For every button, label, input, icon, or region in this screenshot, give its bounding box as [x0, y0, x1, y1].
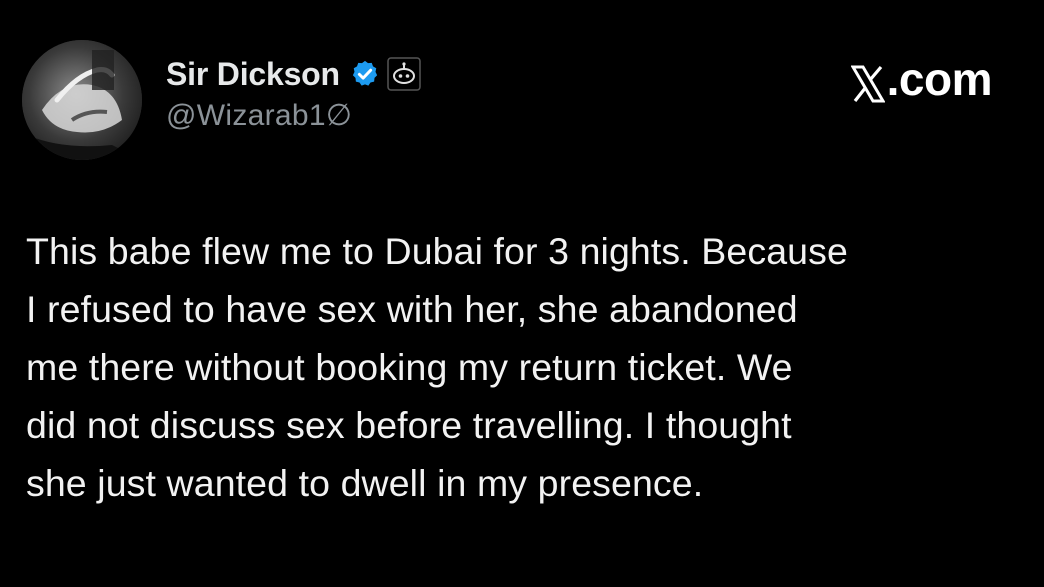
avatar-image — [22, 40, 142, 160]
verified-badge-icon — [350, 59, 380, 89]
author-avatar[interactable] — [22, 40, 142, 160]
name-row: Sir Dickson — [166, 54, 422, 94]
author-identity: Sir Dickson @Wizarab1∅ — [166, 54, 422, 133]
tweet-line: me there without booking my return ticke… — [26, 346, 793, 388]
tweet-line: This babe flew me to Dubai for 3 nights.… — [26, 230, 848, 272]
automated-account-icon — [386, 56, 422, 92]
tweet-line: did not discuss sex before travelling. I… — [26, 404, 792, 446]
author-display-name[interactable]: Sir Dickson — [166, 56, 340, 93]
x-logo-icon — [850, 60, 886, 103]
tweet-body: This babe flew me to Dubai for 3 nights.… — [26, 222, 1026, 512]
site-watermark: .com — [850, 52, 993, 106]
author-handle[interactable]: @Wizarab1∅ — [166, 98, 422, 133]
tweet-card: Sir Dickson @Wizarab1∅ .com This babe fl… — [0, 0, 1044, 587]
tweet-line: I refused to have sex with her, she aban… — [26, 288, 798, 330]
tweet-line: she just wanted to dwell in my presence. — [26, 462, 704, 504]
site-domain-label: .com — [886, 53, 993, 105]
